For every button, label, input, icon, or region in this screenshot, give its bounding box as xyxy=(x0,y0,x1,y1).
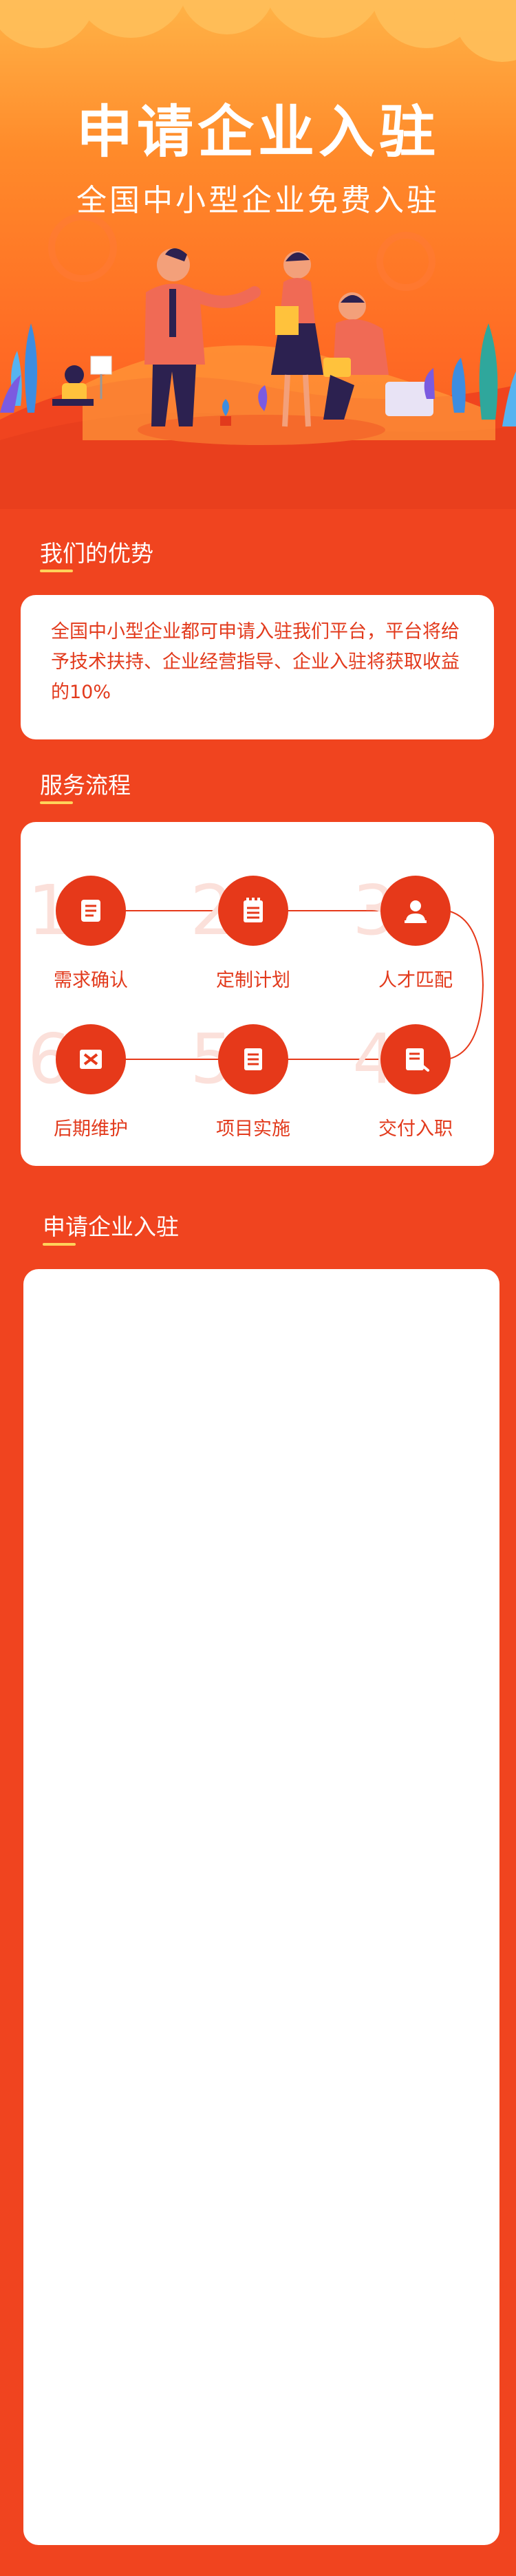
document-list-icon xyxy=(244,1048,262,1070)
step-label: 交付入职 xyxy=(378,1118,453,1140)
step-icon-circle xyxy=(56,1024,126,1094)
step-icon-circle xyxy=(218,1024,288,1094)
hero-title: 申请企业入驻 xyxy=(76,100,440,165)
notepad-icon xyxy=(244,898,263,922)
process-step-4: 4 交付入职 xyxy=(352,1019,471,1176)
process-title-underline xyxy=(40,801,73,804)
step-icon-circle xyxy=(56,876,126,946)
step-label: 定制计划 xyxy=(216,970,290,991)
step-label: 需求确认 xyxy=(54,970,128,991)
hero-subtitle: 全国中小型企业免费入驻 xyxy=(76,183,440,218)
signed-document-icon xyxy=(406,1048,429,1072)
advantages-title: 我们的优势 xyxy=(40,540,153,567)
wrench-screwdriver-icon xyxy=(80,1050,102,1069)
process-title: 服务流程 xyxy=(40,772,131,799)
process-step-1: 1 需求确认 xyxy=(28,870,146,1027)
process-card: 1 需求确认 2 定制计划 3 人才匹配 6 后期维护 5 项目实施 4 交付入… xyxy=(21,822,494,1166)
advantages-card: 全国中小型企业都可申请入驻我们平台，平台将给予技术扶持、企业经营指导、企业入驻将… xyxy=(21,595,494,739)
process-step-5: 5 项目实施 xyxy=(190,1019,308,1176)
advantages-text: 全国中小型企业都可申请入驻我们平台，平台将给予技术扶持、企业经营指导、企业入驻将… xyxy=(51,621,460,703)
hero-banner: 申请企业入驻 全国中小型企业免费入驻 xyxy=(0,0,516,509)
advantages-title-underline xyxy=(40,570,73,572)
person-icon xyxy=(405,900,427,923)
step-label: 项目实施 xyxy=(216,1118,290,1140)
apply-form-card[interactable] xyxy=(23,1269,499,2545)
process-step-6: 6 后期维护 xyxy=(28,1019,146,1176)
step-label: 后期维护 xyxy=(54,1118,128,1140)
step-icon-circle xyxy=(380,876,451,946)
apply-title: 申请企业入驻 xyxy=(43,1213,179,1240)
process-step-3: 3 人才匹配 xyxy=(352,870,471,1027)
document-scroll-icon xyxy=(81,900,100,922)
process-step-2: 2 定制计划 xyxy=(190,870,308,1027)
page: 申请企业入驻 全国中小型企业免费入驻 我们的优势 全国中小型企业都可申请入驻我们… xyxy=(0,0,516,2576)
apply-title-underline xyxy=(43,1243,76,1246)
step-label: 人才匹配 xyxy=(378,970,453,991)
step-icon-circle xyxy=(380,1024,451,1094)
hero-illustration xyxy=(0,0,516,509)
step-icon-circle xyxy=(218,876,288,946)
